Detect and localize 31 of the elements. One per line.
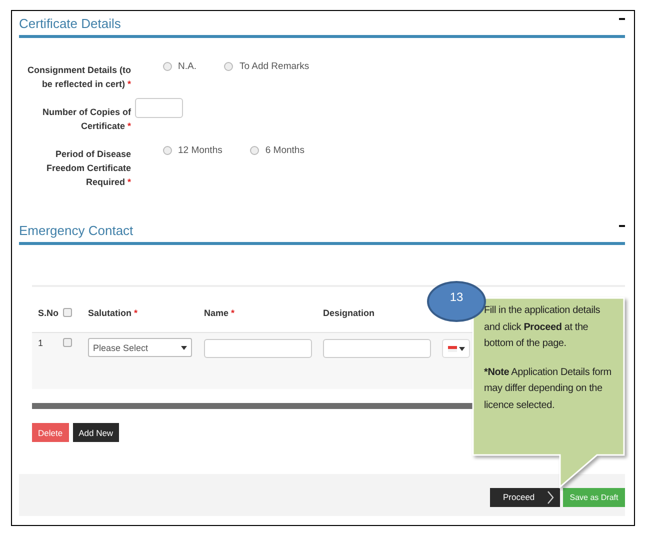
column-header: Salutation * xyxy=(88,308,138,318)
field-label: Period of Disease Freedom Certificate Required * xyxy=(45,148,131,189)
country-select[interactable] xyxy=(442,339,470,358)
flag-icon xyxy=(448,346,457,352)
radio-option[interactable]: 6 Months xyxy=(250,145,304,156)
radio-option[interactable]: N.A. xyxy=(163,61,196,72)
field-label: Consignment Details (to be reflected in cert) * xyxy=(26,64,131,91)
name-field[interactable] xyxy=(204,339,312,358)
section-title: Emergency Contact xyxy=(19,223,134,238)
field-label: Number of Copies of Certificate * xyxy=(41,106,131,133)
caret-icon xyxy=(459,346,465,350)
column-header: Name * xyxy=(204,308,235,318)
proceed-button[interactable]: Proceed xyxy=(490,488,560,506)
chevron-icon xyxy=(547,490,554,504)
add-button[interactable]: Add New xyxy=(72,423,120,442)
scrollbar[interactable] xyxy=(32,403,473,409)
select-all-checkbox[interactable] xyxy=(63,308,72,317)
radio-option[interactable]: To Add Remarks xyxy=(224,61,310,72)
callout-text: Fill in the application details and click Proceed at the bottom of the page. xyxy=(484,304,602,351)
designation-field[interactable] xyxy=(323,339,431,358)
salutation-select[interactable]: Please Select xyxy=(88,338,192,357)
column-header: Designation xyxy=(323,308,375,318)
delete-button[interactable]: Delete xyxy=(32,423,69,442)
row-number: 1 xyxy=(38,338,44,348)
radio-option[interactable]: 12 Months xyxy=(163,145,222,156)
caret-icon xyxy=(181,346,187,350)
callout-note: *Note Application Details form may differ depending on the licence selected. xyxy=(484,366,612,412)
section-title: Certificate Details xyxy=(19,16,121,31)
column-header: S.No xyxy=(38,308,59,318)
row-checkbox[interactable] xyxy=(63,338,72,347)
input-field[interactable] xyxy=(135,98,183,118)
